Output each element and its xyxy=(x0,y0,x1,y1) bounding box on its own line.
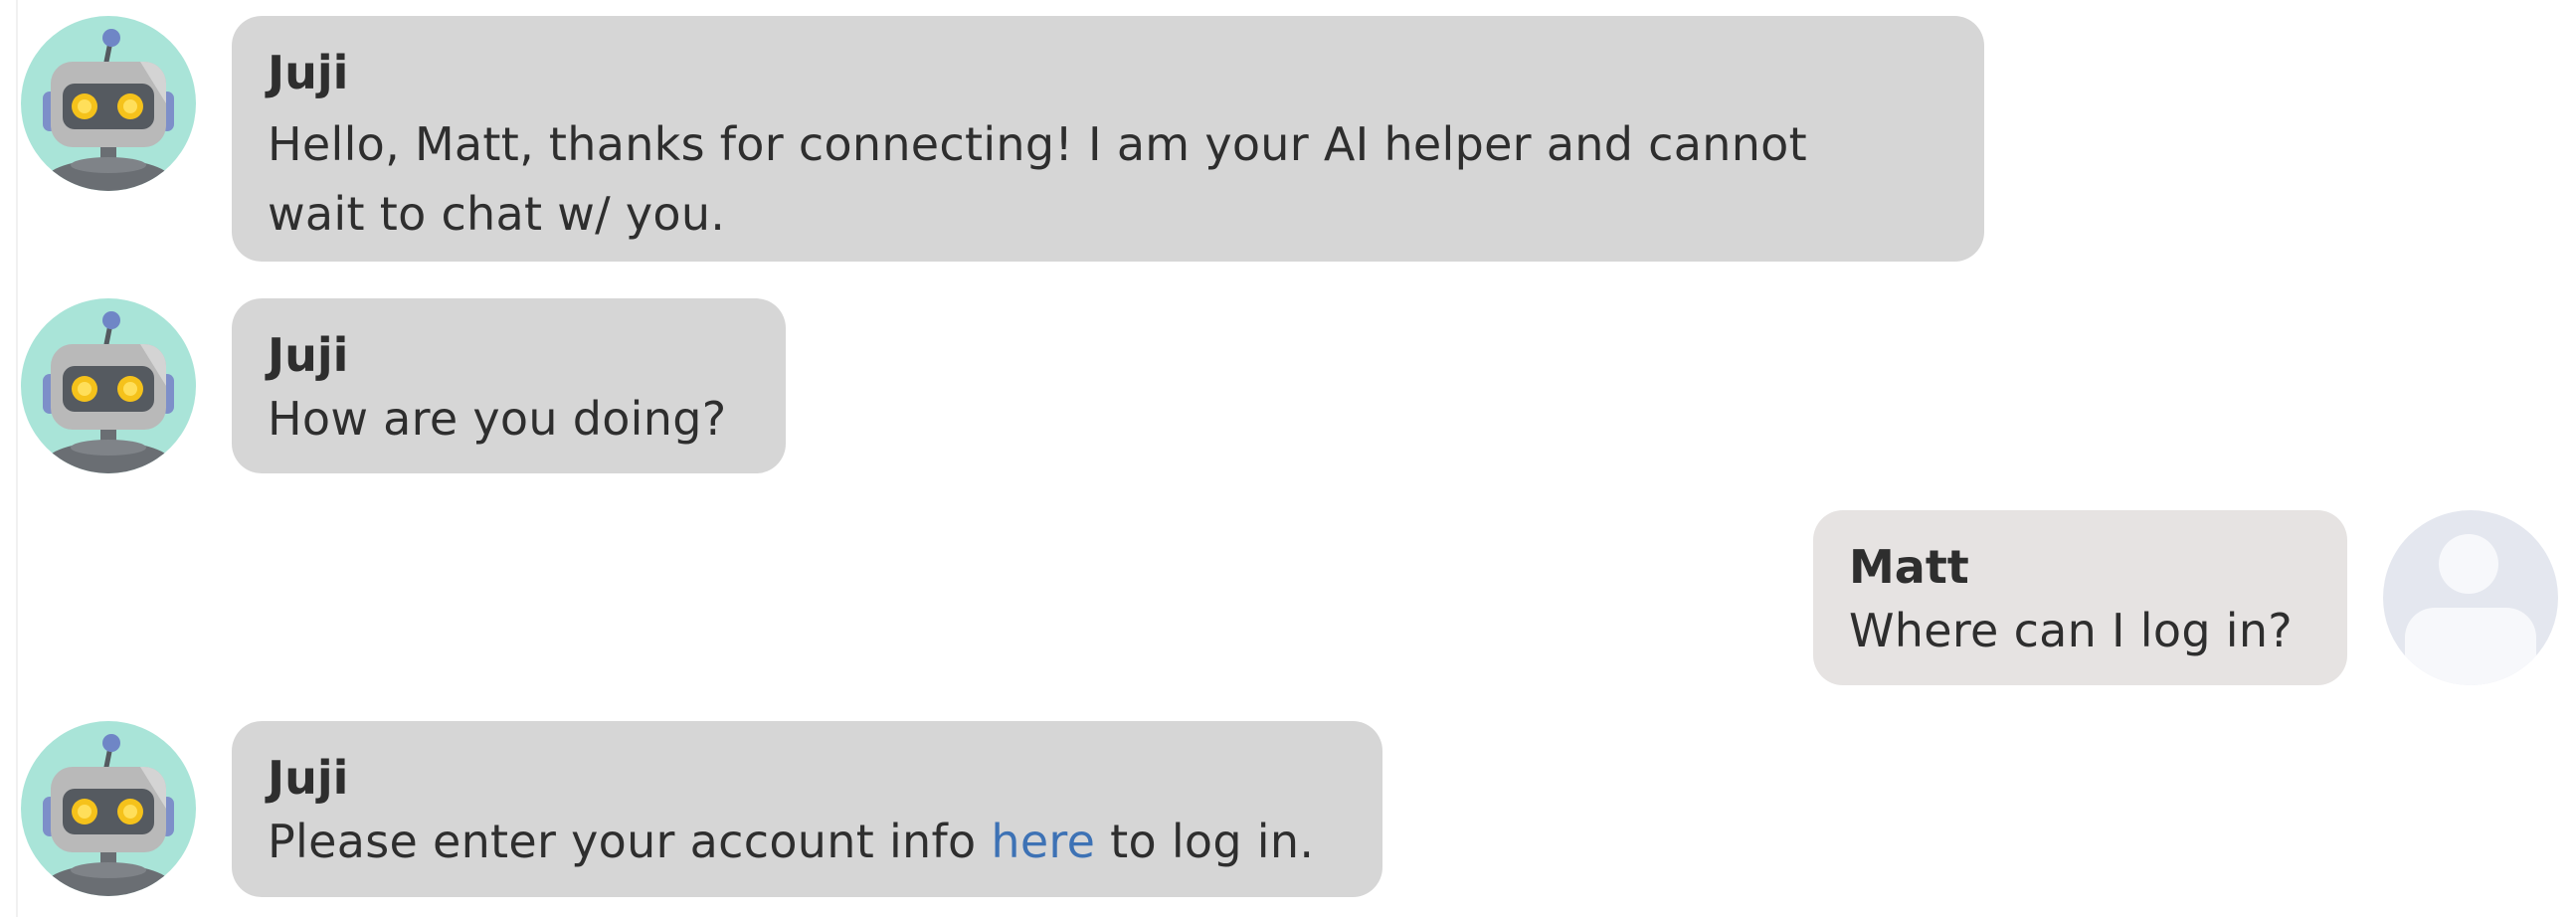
robot-avatar-icon xyxy=(21,721,196,896)
message-line: wait to chat w/ you. xyxy=(268,187,726,241)
sender-name: Matt xyxy=(1849,540,1969,594)
robot-avatar-icon xyxy=(21,298,196,473)
sender-name: Juji xyxy=(268,751,349,805)
message-text-after: to log in. xyxy=(1095,815,1315,868)
message-text-before: Please enter your account info xyxy=(268,815,992,868)
person-silhouette-icon xyxy=(2383,510,2558,685)
chat-transcript: Juji Hello, Matt, thanks for connecting!… xyxy=(0,0,2576,917)
user-avatar xyxy=(2383,510,2558,685)
bot-avatar xyxy=(21,298,196,473)
message-line: Hello, Matt, thanks for connecting! I am… xyxy=(268,117,1807,171)
bot-avatar xyxy=(21,721,196,896)
sender-name: Juji xyxy=(268,46,349,99)
message-text: How are you doing? xyxy=(268,392,727,446)
bot-avatar xyxy=(21,16,196,191)
login-link[interactable]: here xyxy=(991,815,1095,868)
message-text: Please enter your account info here to l… xyxy=(268,807,1347,876)
sender-name: Juji xyxy=(268,328,349,382)
bot-message-bubble: Juji How are you doing? xyxy=(232,298,786,473)
bot-message-bubble: Juji Please enter your account info here… xyxy=(232,721,1382,897)
bot-message-bubble: Juji Hello, Matt, thanks for connecting!… xyxy=(232,16,1984,262)
user-message-bubble: Matt Where can I log in? xyxy=(1813,510,2347,685)
transcript-border xyxy=(16,0,18,917)
robot-avatar-icon xyxy=(21,16,196,191)
message-text: Where can I log in? xyxy=(1849,604,2294,657)
